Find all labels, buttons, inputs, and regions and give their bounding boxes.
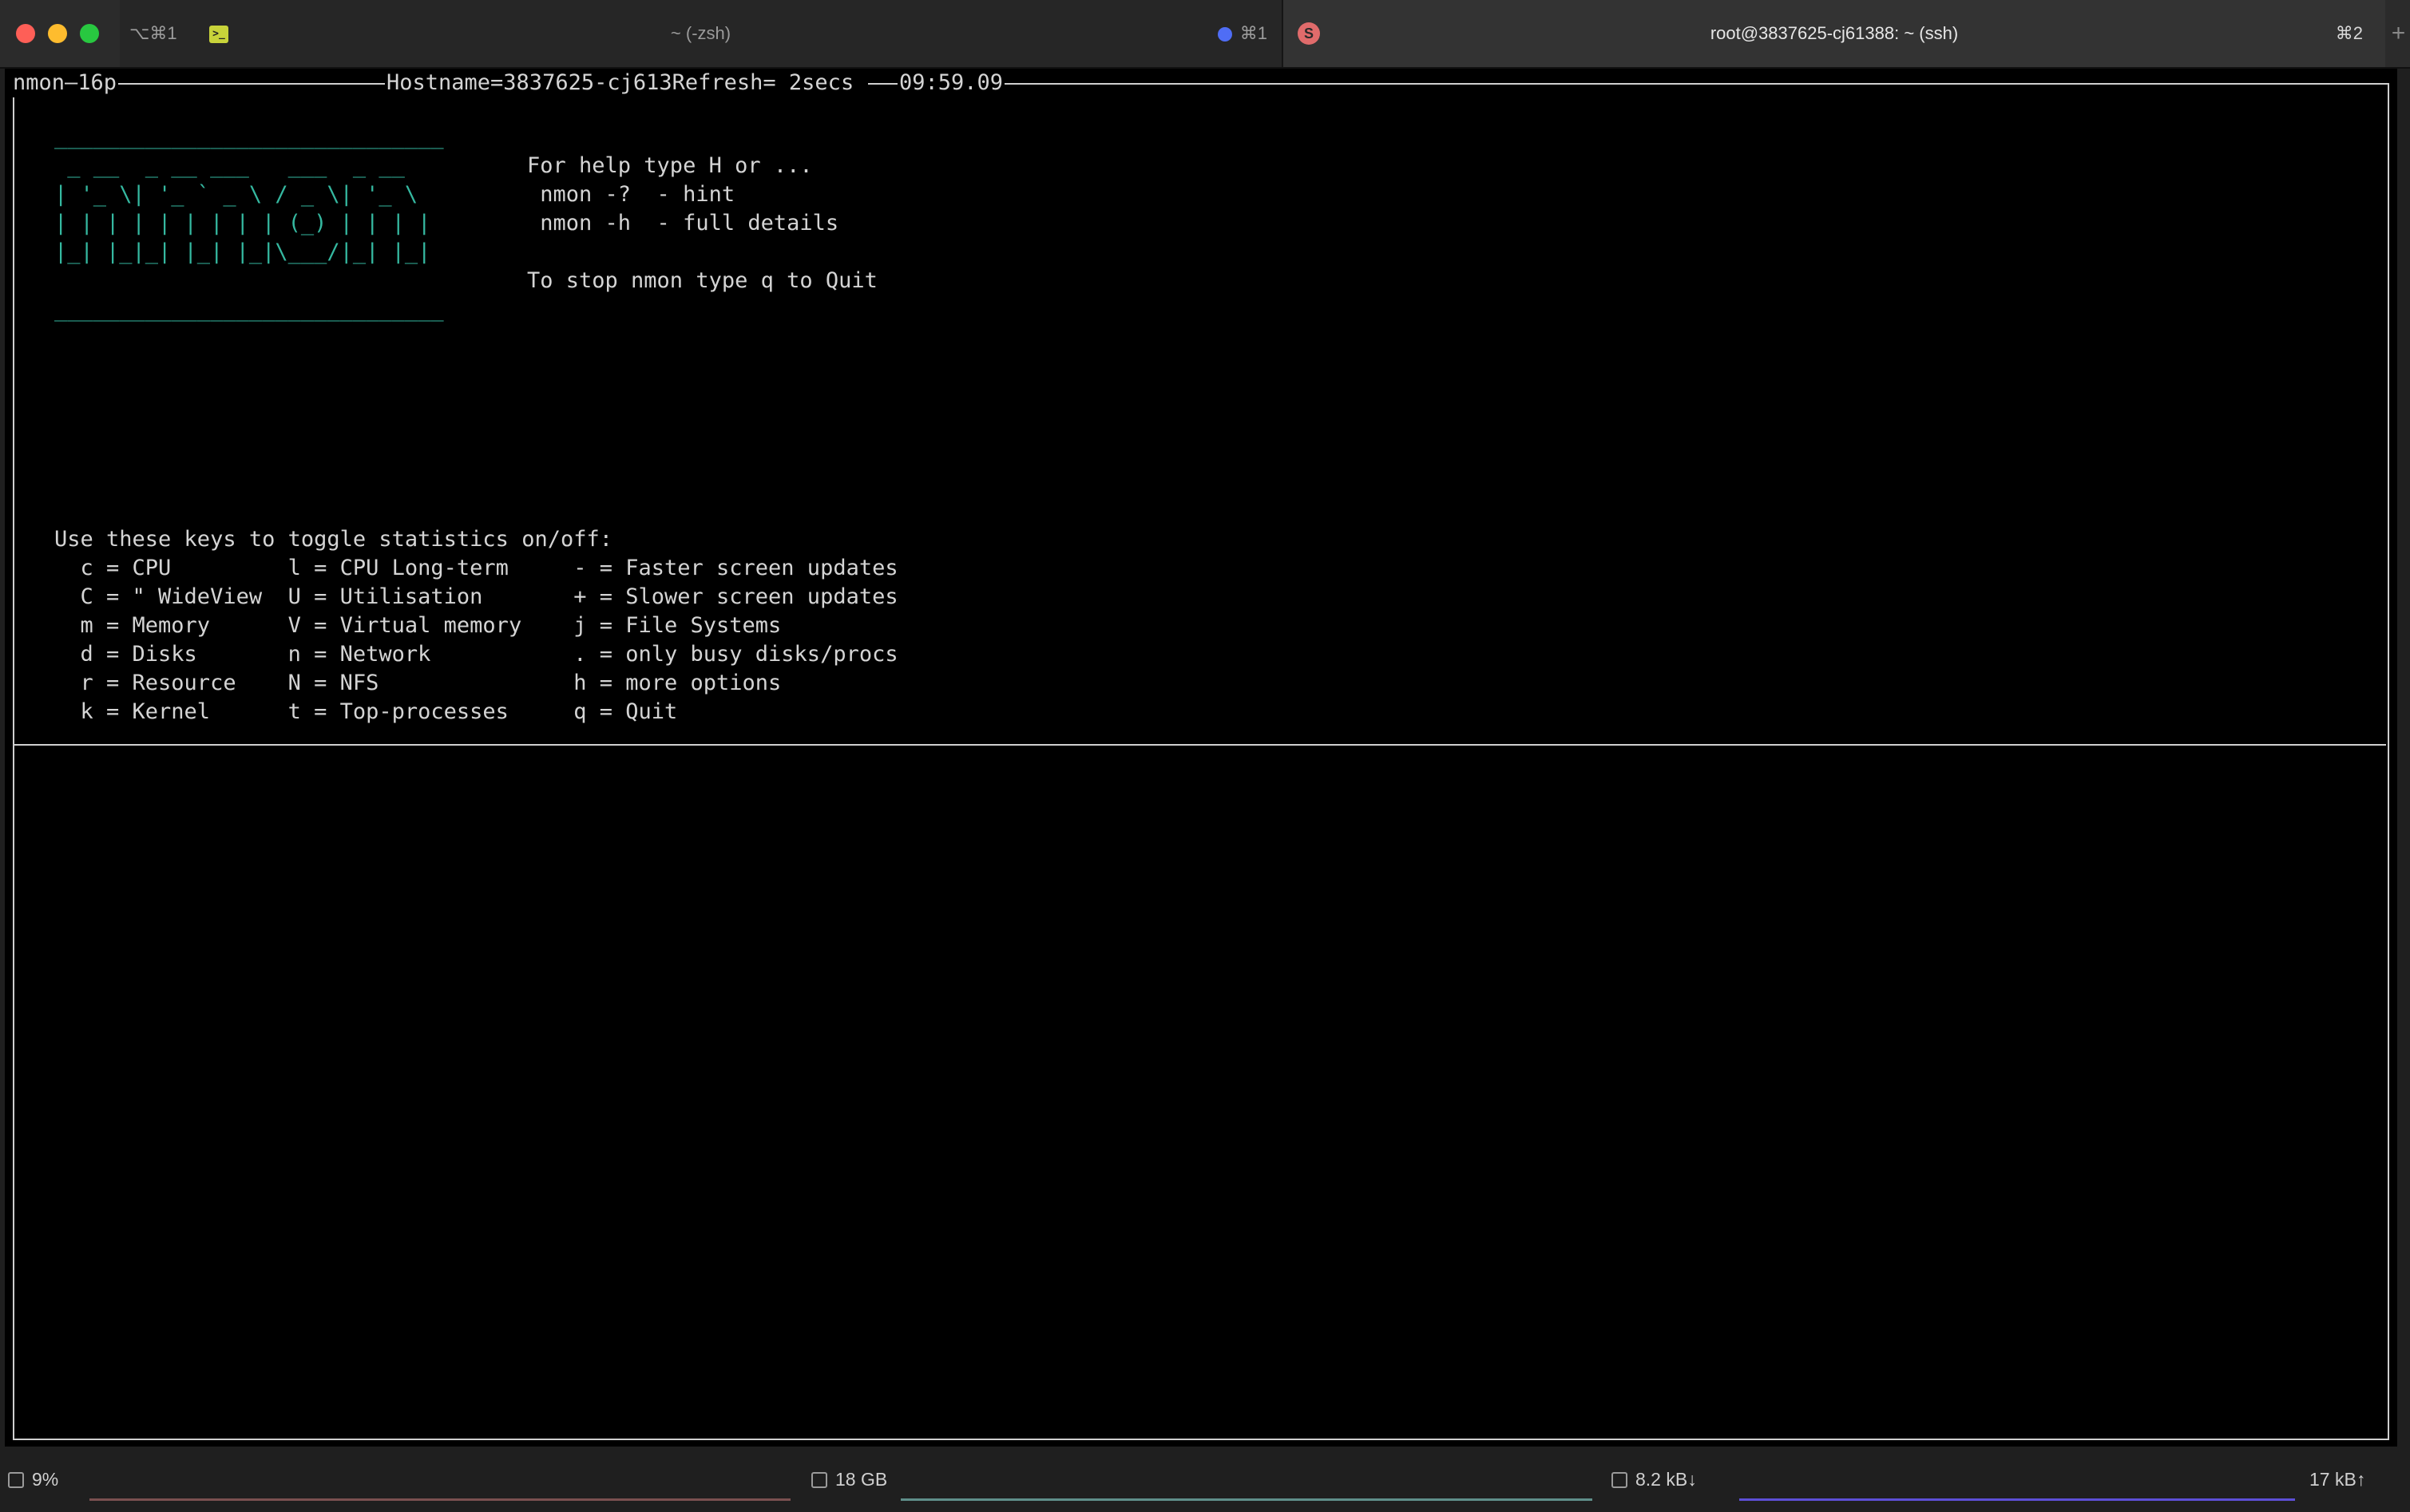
key-line: r = Resource N = NFS h = more options bbox=[54, 671, 782, 695]
tab-zsh[interactable]: ⌥⌘1 >_ ~ (-zsh) ⌘1 bbox=[120, 0, 1283, 67]
memory-icon bbox=[811, 1471, 827, 1488]
help-line: nmon -? - hint bbox=[527, 182, 735, 207]
nmon-hostname: Hostname=3837625-cj613Refresh= 2secs bbox=[385, 69, 869, 97]
cpu-icon bbox=[8, 1471, 24, 1488]
keys-intro: Use these keys to toggle statistics on/o… bbox=[54, 527, 612, 552]
key-line: k = Kernel t = Top-processes q = Quit bbox=[54, 699, 678, 724]
tab-shortcut: ⌘2 bbox=[2335, 23, 2363, 43]
terminal-window: ⌥⌘1 >_ ~ (-zsh) ⌘1 S root@3837625-cj6138… bbox=[0, 0, 2410, 1512]
tab-shortcut: ⌘1 bbox=[1239, 23, 1267, 43]
logo-line: | '_ \| '_ ` _ \ / _ \| '_ \ bbox=[54, 182, 431, 207]
cpu-graph bbox=[89, 1498, 791, 1501]
network-up-status[interactable]: 17 kB↑ bbox=[2309, 1469, 2365, 1490]
logo-line: | | | | | | | | | (_) | | | | bbox=[54, 211, 431, 236]
logo-line: |_| |_|_| |_| |_|\___/|_| |_| bbox=[54, 239, 431, 264]
network-up: 17 kB↑ bbox=[2309, 1469, 2366, 1490]
logo-line: ______________________________ bbox=[54, 125, 444, 149]
minimize-window-button[interactable] bbox=[48, 24, 67, 43]
nmon-logo: ______________________________ _ __ _ __… bbox=[54, 123, 444, 324]
key-line: d = Disks n = Network . = only busy disk… bbox=[54, 642, 898, 667]
key-line: c = CPU l = CPU Long-term - = Faster scr… bbox=[54, 556, 898, 580]
cpu-status[interactable]: 9% bbox=[8, 1469, 58, 1490]
nmon-clock: 09:59.09 bbox=[898, 69, 1005, 97]
help-line: nmon -h - full details bbox=[527, 211, 839, 236]
network-down-status[interactable]: 8.2 kB↓ bbox=[1611, 1469, 1697, 1490]
tab-title: ~ (-zsh) bbox=[670, 23, 731, 43]
key-toggles: Use these keys to toggle statistics on/o… bbox=[54, 525, 898, 726]
key-line: m = Memory V = Virtual memory j = File S… bbox=[54, 613, 782, 638]
key-line: C = " WideView U = Utilisation + = Slowe… bbox=[54, 584, 898, 609]
tab-ssh[interactable]: S root@3837625-cj61388: ~ (ssh) ⌘2 bbox=[1283, 0, 2385, 67]
close-window-button[interactable] bbox=[16, 24, 35, 43]
help-line: To stop nmon type q to Quit bbox=[527, 268, 878, 293]
tab-title: root@3837625-cj61388: ~ (ssh) bbox=[1710, 23, 1959, 43]
section-divider bbox=[14, 744, 2386, 746]
logo-line: _ __ _ __ ___ ___ _ __ bbox=[54, 153, 431, 178]
terminal-output[interactable]: nmon—16p Hostname=3837625-cj613Refresh= … bbox=[5, 69, 2397, 1447]
memory-usage: 18 GB bbox=[835, 1469, 888, 1490]
maximize-window-button[interactable] bbox=[80, 24, 99, 43]
help-text: For help type H or ... nmon -? - hint nm… bbox=[527, 152, 878, 295]
memory-graph bbox=[901, 1498, 1592, 1501]
logo-line: ______________________________ bbox=[54, 297, 444, 322]
cpu-usage: 9% bbox=[32, 1469, 59, 1490]
memory-status[interactable]: 18 GB bbox=[811, 1469, 887, 1490]
nmon-version: nmon—16p bbox=[11, 69, 119, 97]
title-bar: ⌥⌘1 >_ ~ (-zsh) ⌘1 S root@3837625-cj6138… bbox=[0, 0, 2410, 69]
network-graph bbox=[1739, 1498, 2295, 1501]
activity-dot-icon bbox=[1218, 27, 1232, 42]
new-tab-button[interactable]: + bbox=[2387, 0, 2410, 67]
status-bar: 9% 18 GB 8.2 kB↓ 17 kB↑ bbox=[0, 1447, 2410, 1512]
network-icon bbox=[1611, 1471, 1627, 1488]
help-line: For help type H or ... bbox=[527, 153, 813, 178]
network-down: 8.2 kB↓ bbox=[1635, 1469, 1697, 1490]
